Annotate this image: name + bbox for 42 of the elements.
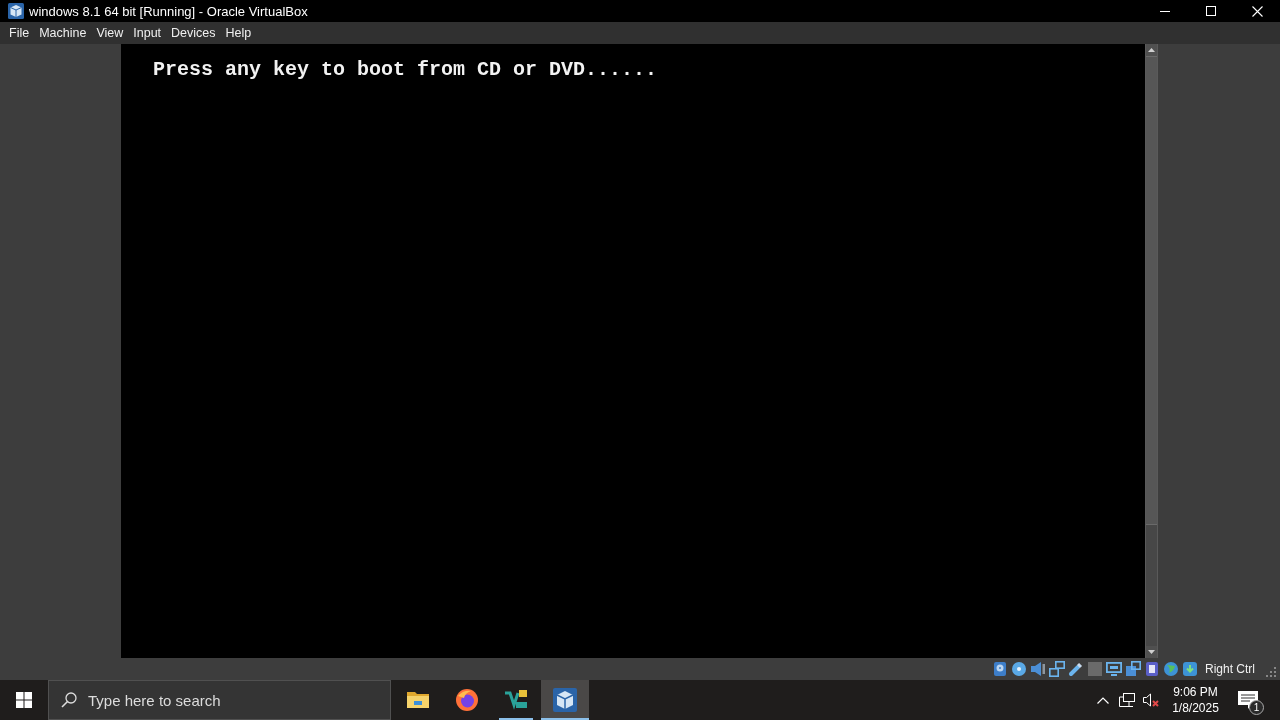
menu-item[interactable]: Machine: [34, 24, 92, 42]
cube-icon: [553, 688, 577, 712]
monitor-icon[interactable]: [1106, 661, 1122, 677]
vm-screen[interactable]: Press any key to boot from CD or DVD......: [121, 44, 1145, 658]
up-triangle-icon: [1148, 48, 1155, 52]
window-stack-icon[interactable]: [1125, 661, 1141, 677]
tile-icon[interactable]: [1144, 661, 1160, 677]
notification-count: 1: [1249, 700, 1264, 715]
notifications-button[interactable]: 1: [1228, 680, 1268, 720]
scroll-up-button[interactable]: [1146, 44, 1157, 56]
pen-icon[interactable]: [1068, 661, 1084, 677]
menu-item[interactable]: Devices: [166, 24, 221, 42]
cube-icon: [8, 3, 24, 19]
search-field[interactable]: Type here to search: [48, 680, 391, 720]
menu-item[interactable]: Input: [128, 24, 167, 42]
close-icon: [1251, 5, 1263, 17]
chevron-up-icon: [1097, 696, 1109, 704]
minimize-icon: [1160, 10, 1170, 12]
menu-item[interactable]: View: [91, 24, 129, 42]
taskbar-button[interactable]: [541, 680, 589, 720]
flame-globe-icon: [455, 688, 479, 712]
scrollbar-thumb[interactable]: [1146, 56, 1157, 525]
menu-item[interactable]: File: [4, 24, 35, 42]
disc-icon[interactable]: [1011, 661, 1027, 677]
boot-message: Press any key to boot from CD or DVD......: [153, 58, 658, 82]
menu-item[interactable]: Help: [220, 24, 257, 42]
network-monitor-icon[interactable]: [1119, 692, 1135, 708]
resize-grip-icon[interactable]: [1266, 667, 1276, 677]
host-key-label: Right Ctrl: [1205, 662, 1255, 676]
search-icon: [61, 692, 77, 708]
scroll-down-button[interactable]: [1146, 646, 1157, 658]
muted-speaker-icon[interactable]: [1143, 692, 1159, 708]
down-triangle-icon: [1148, 650, 1155, 654]
window-title: windows 8.1 64 bit [Running] - Oracle VirtualBox: [29, 3, 309, 19]
arrow-tile-icon[interactable]: [1182, 661, 1198, 677]
windows-logo-icon: [16, 692, 32, 708]
vertical-scrollbar[interactable]: [1145, 44, 1158, 658]
clock[interactable]: 9:06 PM 1/8/2025: [1163, 680, 1228, 720]
overlapping-screens-icon[interactable]: [1049, 661, 1065, 677]
speaker-icon[interactable]: [1030, 661, 1046, 677]
maximize-icon: [1206, 6, 1216, 16]
globe-icon[interactable]: [1163, 661, 1179, 677]
